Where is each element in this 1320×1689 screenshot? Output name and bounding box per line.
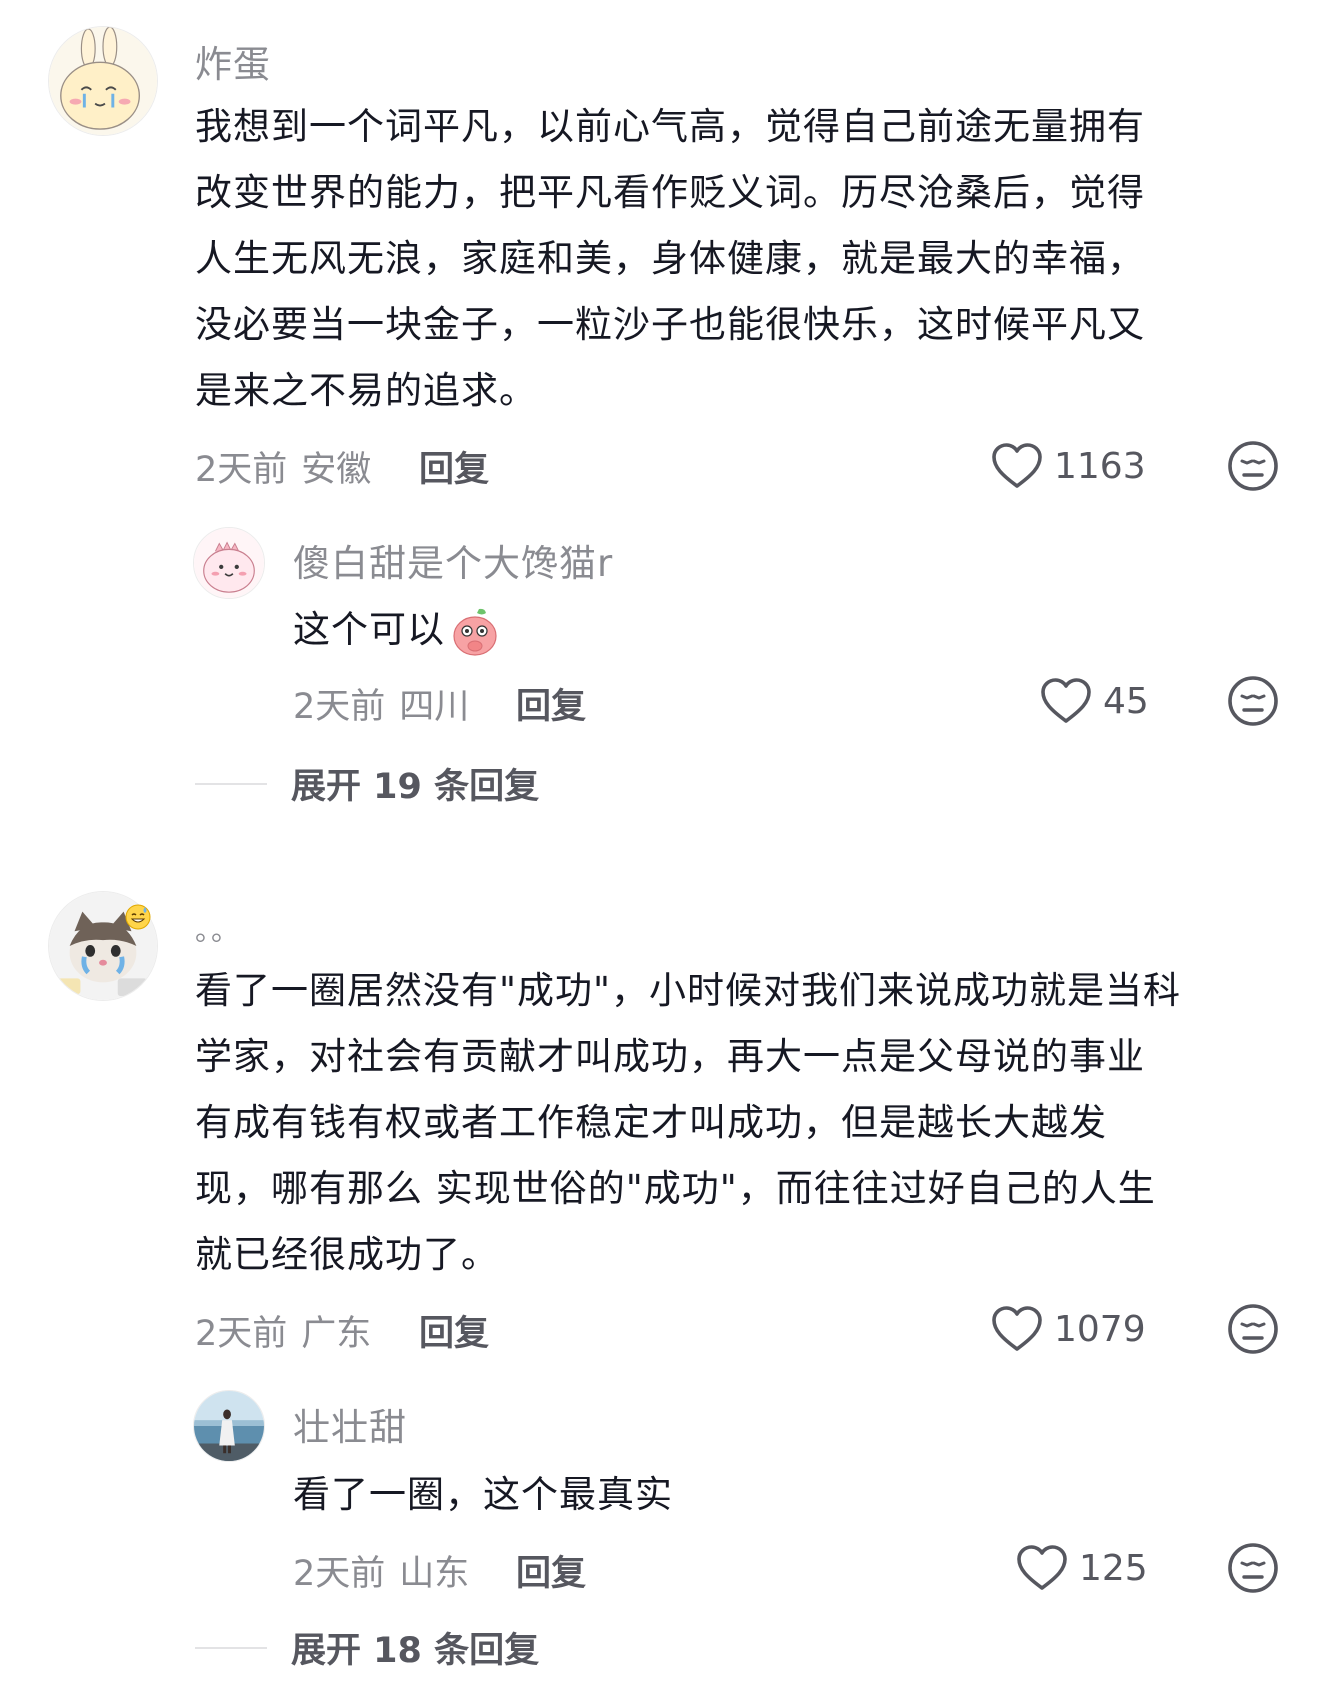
comment-text-line: 有成有钱有权或者工作稳定才叫成功，但是越长大越发 (195, 1101, 1107, 1144)
like-count: 1163 (1054, 445, 1146, 487)
dislike-button[interactable] (1226, 439, 1280, 493)
divider (195, 1646, 267, 1649)
reply-author[interactable]: 壮壮甜 (293, 1397, 407, 1451)
grin-sweat-emoji-icon (125, 904, 151, 930)
neutral-face-icon (1228, 1543, 1278, 1593)
avatar[interactable] (193, 1390, 265, 1462)
comment-text-line: 现，哪有那么 实现世俗的"成功"，而往往过好自己的人生 (195, 1167, 1156, 1210)
comment-text: 看了一圈居然没有"成功"，小时候对我们来说成功就是当科 学家，对社会有贡献才叫成… (195, 958, 1285, 1288)
dislike-button[interactable] (1226, 1541, 1280, 1595)
reply-text: 看了一圈，这个最真实 (293, 1462, 1093, 1528)
dislike-button[interactable] (1226, 1302, 1280, 1356)
comment-time: 2天前 (195, 1314, 288, 1354)
heart-outline-icon (1017, 1545, 1067, 1590)
like-count: 125 (1079, 1547, 1148, 1589)
comment-text: 我想到一个词平凡，以前心气高，觉得自己前途无量拥有 改变世界的能力，把平凡看作贬… (195, 94, 1285, 424)
comment-author[interactable]: 。。 (195, 909, 241, 949)
reply-button[interactable]: 回复 (419, 441, 489, 492)
expand-replies-label: 展开 19 条回复 (291, 767, 540, 807)
reply-text-content: 这个可以 (293, 608, 445, 651)
like-button[interactable]: 1079 (990, 1304, 1146, 1354)
divider (195, 782, 267, 785)
comment-text-line: 就已经很成功了。 (195, 1233, 499, 1276)
reply-button[interactable]: 回复 (516, 1545, 586, 1596)
heart-outline-icon (992, 443, 1042, 488)
seaside-photo-avatar-image (194, 1391, 264, 1461)
avatar[interactable] (48, 26, 158, 136)
neutral-face-icon (1228, 676, 1278, 726)
expand-replies-button[interactable]: 展开 18 条回复 (195, 1622, 539, 1673)
reply-location: 山东 (399, 1554, 470, 1594)
reply-time: 2天前 (293, 687, 386, 727)
comment-text-line: 看了一圈居然没有"成功"，小时候对我们来说成功就是当科 (195, 969, 1182, 1012)
like-button[interactable]: 125 (1015, 1543, 1148, 1593)
shy-peach-emoji-icon (449, 606, 501, 658)
expand-replies-label: 展开 18 条回复 (291, 1631, 540, 1671)
comment-text-line: 学家，对社会有贡献才叫成功，再大一点是父母说的事业 (195, 1035, 1145, 1078)
reply-text: 这个可以 (293, 597, 1093, 663)
reply-meta: 2天前 四川 (293, 678, 469, 729)
like-count: 45 (1103, 680, 1149, 722)
reply-time: 2天前 (293, 1554, 386, 1594)
reply-text-content: 看了一圈，这个最真实 (293, 1473, 673, 1516)
heart-outline-icon (992, 1306, 1042, 1351)
comment-location: 安徽 (301, 450, 372, 490)
comment-text-line: 改变世界的能力，把平凡看作贬义词。历尽沧桑后，觉得 (195, 171, 1145, 214)
comment-text-line: 人生无风无浪，家庭和美，身体健康，就是最大的幸福， (195, 237, 1145, 280)
like-button[interactable]: 45 (1039, 676, 1149, 726)
comment-text-line: 我想到一个词平凡，以前心气高，觉得自己前途无量拥有 (195, 105, 1145, 148)
avatar[interactable] (193, 527, 265, 599)
comment-meta: 2天前 安徽 (195, 441, 371, 492)
reply-button[interactable]: 回复 (516, 678, 586, 729)
bunny-avatar-image (49, 27, 157, 135)
like-count: 1079 (1054, 1308, 1146, 1350)
comment-meta: 2天前 广东 (195, 1305, 371, 1356)
heart-outline-icon (1041, 678, 1091, 723)
neutral-face-icon (1228, 441, 1278, 491)
reply-button[interactable]: 回复 (419, 1305, 489, 1356)
like-button[interactable]: 1163 (990, 441, 1146, 491)
comment-time: 2天前 (195, 450, 288, 490)
comment-author[interactable]: 炸蛋 (195, 34, 271, 88)
reply-meta: 2天前 山东 (293, 1545, 469, 1596)
reply-location: 四川 (399, 687, 470, 727)
dislike-button[interactable] (1226, 674, 1280, 728)
neutral-face-icon (1228, 1304, 1278, 1354)
comment-text-line: 是来之不易的追求。 (195, 369, 537, 412)
expand-replies-button[interactable]: 展开 19 条回复 (195, 758, 539, 809)
comment-text-line: 没必要当一块金子，一粒沙子也能很快乐，这时候平凡又 (195, 303, 1145, 346)
comment-location: 广东 (301, 1314, 372, 1354)
reply-author[interactable]: 傻白甜是个大馋猫r (293, 533, 613, 587)
pink-dino-avatar-image (194, 528, 264, 598)
